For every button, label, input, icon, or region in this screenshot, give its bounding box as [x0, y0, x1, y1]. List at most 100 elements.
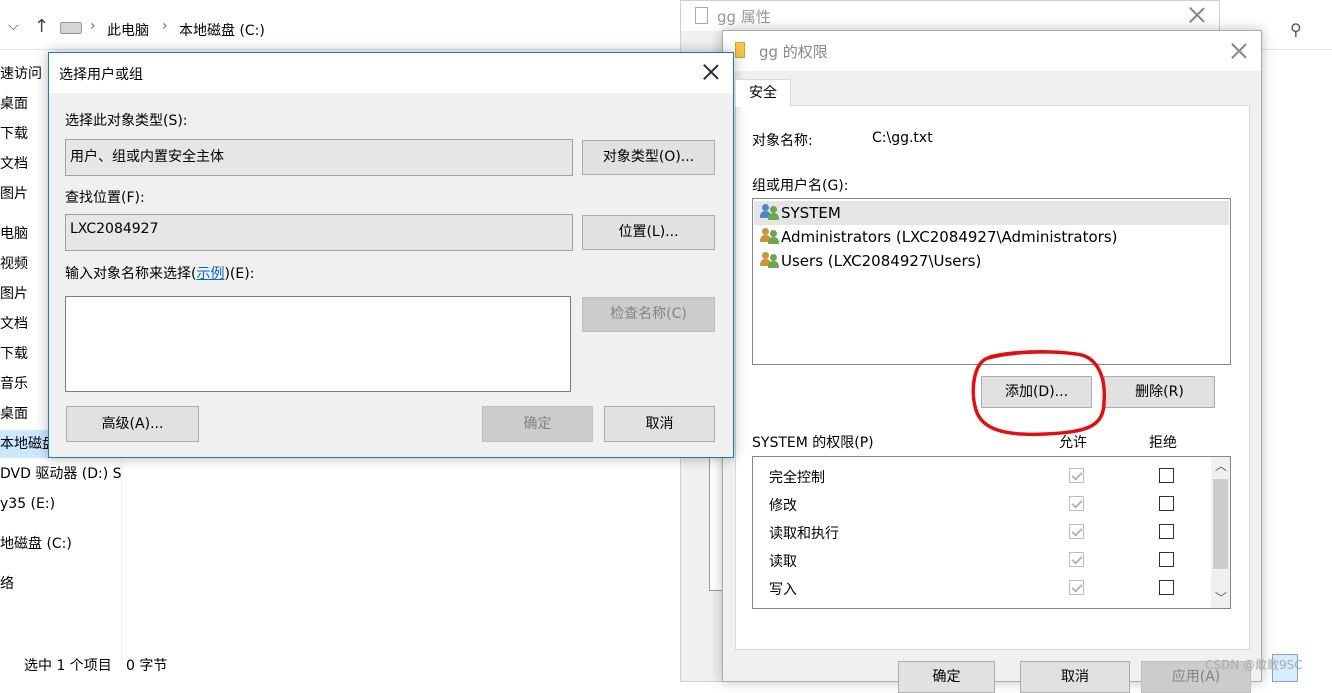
locations-button-label: 位置(L)...: [618, 224, 679, 240]
list-item[interactable]: Administrators (LXC2084927\Administrator…: [754, 225, 1229, 249]
user-group-icon: [760, 252, 780, 268]
cancel-button[interactable]: 取消: [1020, 661, 1130, 693]
cancel-button-label: 取消: [645, 416, 674, 432]
up-arrow-icon[interactable]: ↑: [34, 16, 49, 37]
allow-checkbox: [1069, 580, 1084, 595]
permission-row: 写入: [753, 577, 1208, 599]
permissions-title: gg 的权限: [759, 43, 828, 61]
group-user-list[interactable]: SYSTEM Administrators (LXC2084927\Admini…: [752, 198, 1231, 365]
search-icon[interactable]: ⚲: [1290, 20, 1302, 39]
group-user-label: 组或用户名(G):: [752, 178, 849, 194]
user-group-icon: [760, 204, 780, 220]
deny-checkbox[interactable]: [1159, 580, 1174, 595]
enter-label-suffix: )(E):: [224, 266, 255, 282]
allow-checkbox: [1069, 468, 1084, 483]
sidebar-item[interactable]: DVD 驱动器 (D:) SS: [0, 460, 122, 488]
remove-button-label: 删除(R): [1135, 384, 1184, 400]
permission-row: 读取: [753, 549, 1208, 571]
deny-checkbox[interactable]: [1159, 524, 1174, 539]
permission-list[interactable]: 完全控制 修改 读取和执行 读取 写入 ︿ ﹀: [752, 456, 1231, 609]
select-users-dialog: 选择用户或组 选择此对象类型(S): 用户、组或内置安全主体 对象类型(O)..…: [48, 52, 734, 458]
list-item[interactable]: SYSTEM: [754, 201, 1229, 225]
object-types-button-label: 对象类型(O)...: [602, 149, 695, 165]
scroll-thumb[interactable]: [1213, 479, 1228, 569]
allow-checkbox: [1069, 552, 1084, 567]
ok-button-label: 确定: [932, 669, 961, 685]
user-name: Users (LXC2084927\Users): [781, 252, 982, 270]
advanced-button-label: 高级(A)...: [101, 416, 164, 432]
permission-name: 写入: [769, 582, 797, 598]
cancel-button-label: 取消: [1061, 669, 1089, 685]
properties-titlebar: gg 属性: [681, 1, 1219, 31]
tab-security[interactable]: 安全: [735, 79, 791, 107]
user-group-icon: [760, 228, 780, 244]
object-name-value: C:\gg.txt: [872, 130, 933, 146]
watermark: CSDN @敢敢9SC: [1205, 658, 1303, 672]
permission-name: 读取和执行: [769, 526, 839, 542]
properties-content-frame: [709, 441, 723, 591]
scroll-down-icon[interactable]: ﹀: [1215, 589, 1227, 606]
user-name: SYSTEM: [781, 204, 841, 222]
object-name-label: 对象名称:: [752, 133, 813, 149]
cancel-button[interactable]: 取消: [604, 406, 715, 442]
object-types-button[interactable]: 对象类型(O)...: [582, 140, 715, 175]
allow-column-header: 允许: [1059, 435, 1087, 451]
sidebar-item[interactable]: 络: [0, 570, 122, 598]
sidebar-item[interactable]: 地磁盘 (C:): [0, 530, 122, 558]
status-selected-count: 选中 1 个项目: [24, 658, 112, 674]
object-type-label: 选择此对象类型(S):: [65, 113, 188, 129]
location-field: LXC2084927: [65, 214, 573, 251]
address-bar: ⌵ ↑ › 此电脑 › 本地磁盘 (C:): [0, 10, 690, 50]
examples-link[interactable]: 示例: [196, 266, 224, 282]
object-type-value: 用户、组或内置安全主体: [70, 149, 224, 165]
permission-name: 完全控制: [769, 470, 825, 486]
close-icon[interactable]: [701, 62, 721, 82]
ok-button-label: 确定: [523, 416, 552, 432]
advanced-button[interactable]: 高级(A)...: [66, 406, 199, 442]
select-users-title: 选择用户或组: [59, 67, 143, 83]
properties-title: gg 属性: [717, 8, 771, 26]
check-names-button[interactable]: 检查名称(C): [582, 297, 715, 332]
breadcrumb-item-c-drive[interactable]: 本地磁盘 (C:): [179, 20, 265, 40]
status-bar: 选中 1 个项目 0 字节: [0, 650, 690, 682]
red-highlight-annotation: [971, 350, 1107, 437]
security-tab-panel: 对象名称: C:\gg.txt 组或用户名(G): SYSTEM Adminis…: [735, 105, 1250, 650]
drive-icon: [60, 22, 82, 34]
chevron-down-icon[interactable]: ⌵: [8, 18, 19, 34]
permissions-titlebar: gg 的权限: [723, 31, 1261, 71]
close-icon[interactable]: [1229, 41, 1249, 61]
scroll-up-icon[interactable]: ︿: [1215, 457, 1227, 474]
location-label: 查找位置(F):: [65, 190, 145, 206]
enter-object-names-label: 输入对象名称来选择(示例)(E):: [65, 263, 254, 283]
allow-checkbox: [1069, 496, 1084, 511]
permission-row: 读取和执行: [753, 521, 1208, 543]
sidebar-item[interactable]: y35 (E:): [0, 490, 122, 518]
enter-label-prefix: 输入对象名称来选择(: [65, 266, 197, 282]
tab-security-label: 安全: [749, 85, 777, 101]
permission-scrollbar[interactable]: ︿ ﹀: [1211, 457, 1230, 608]
folder-icon: [735, 42, 745, 58]
check-names-button-label: 检查名称(C): [610, 306, 687, 322]
deny-checkbox[interactable]: [1159, 552, 1174, 567]
locations-button[interactable]: 位置(L)...: [582, 215, 715, 250]
deny-column-header: 拒绝: [1149, 435, 1177, 451]
status-size: 0 字节: [126, 658, 168, 674]
close-icon[interactable]: [1187, 5, 1207, 25]
breadcrumb-item-this-pc[interactable]: 此电脑: [107, 20, 149, 40]
user-name: Administrators (LXC2084927\Administrator…: [781, 228, 1118, 246]
object-names-input[interactable]: [65, 296, 571, 392]
permission-row: 完全控制: [753, 465, 1208, 487]
permission-name: 修改: [769, 498, 797, 514]
document-icon: [695, 7, 708, 24]
object-type-field: 用户、组或内置安全主体: [65, 139, 573, 176]
permission-name: 读取: [769, 554, 797, 570]
allow-checkbox: [1069, 524, 1084, 539]
deny-checkbox[interactable]: [1159, 496, 1174, 511]
ok-button[interactable]: 确定: [898, 661, 995, 693]
ok-button[interactable]: 确定: [482, 406, 593, 442]
permission-row: 修改: [753, 493, 1208, 515]
list-item[interactable]: Users (LXC2084927\Users): [754, 249, 1229, 273]
chevron-right-icon: ›: [162, 18, 168, 34]
permissions-dialog: gg 的权限 安全 对象名称: C:\gg.txt 组或用户名(G): SYST…: [722, 30, 1262, 693]
deny-checkbox[interactable]: [1159, 468, 1174, 483]
